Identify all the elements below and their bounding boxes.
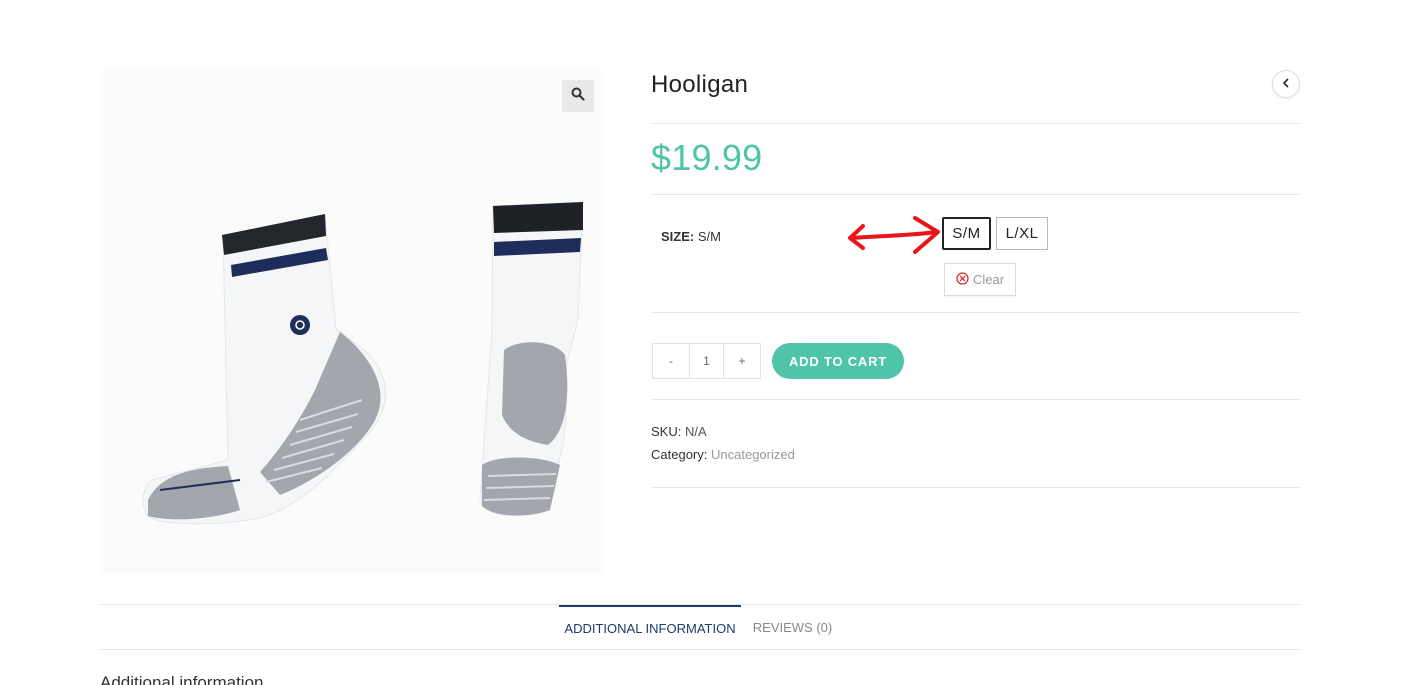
socks-illustration bbox=[142, 201, 584, 525]
sku-row: SKU: N/A bbox=[651, 424, 707, 439]
clear-label: Clear bbox=[972, 272, 1005, 287]
chevron-left-icon bbox=[1281, 75, 1291, 93]
quantity-input[interactable]: 1 bbox=[689, 344, 724, 378]
add-to-cart-button[interactable]: ADD TO CART bbox=[772, 343, 904, 379]
category-link[interactable]: Uncategorized bbox=[711, 447, 795, 462]
product-image[interactable] bbox=[100, 70, 604, 574]
product-price: $19.99 bbox=[651, 137, 763, 178]
size-option-s-m[interactable]: S/M bbox=[942, 217, 991, 250]
size-selected-value: S/M bbox=[697, 229, 721, 244]
size-option-l-xl[interactable]: L/XL bbox=[996, 217, 1048, 250]
clear-circle-icon bbox=[956, 271, 969, 288]
size-label: SIZE: bbox=[661, 229, 695, 244]
clear-variation-button[interactable]: Clear bbox=[944, 263, 1016, 296]
quantity-minus-button[interactable]: - bbox=[653, 344, 689, 378]
size-attribute-label: SIZE: S/M bbox=[661, 229, 721, 244]
search-icon bbox=[571, 87, 585, 106]
divider bbox=[651, 399, 1300, 400]
right-sock bbox=[479, 201, 584, 516]
sku-label: SKU: bbox=[651, 424, 682, 439]
quantity-plus-button[interactable]: + bbox=[724, 344, 760, 378]
category-label: Category: bbox=[651, 447, 708, 462]
category-row: Category: Uncategorized bbox=[651, 447, 795, 462]
sku-value: N/A bbox=[684, 424, 707, 439]
section-heading: Additional information bbox=[100, 673, 264, 685]
tab-additional-information[interactable]: ADDITIONAL INFORMATION bbox=[559, 605, 741, 649]
double-arrow-annotation bbox=[848, 216, 940, 254]
previous-product-button[interactable] bbox=[1272, 70, 1300, 98]
divider bbox=[651, 194, 1300, 195]
divider bbox=[651, 123, 1300, 124]
divider bbox=[651, 312, 1300, 313]
left-sock bbox=[142, 214, 386, 525]
product-title: Hooligan bbox=[651, 71, 749, 98]
zoom-button[interactable] bbox=[562, 80, 594, 112]
tab-reviews[interactable]: REVIEWS (0) bbox=[745, 605, 840, 649]
quantity-stepper: - 1 + bbox=[652, 343, 761, 379]
divider bbox=[651, 487, 1300, 488]
tabs-bottom-border bbox=[100, 649, 1300, 650]
